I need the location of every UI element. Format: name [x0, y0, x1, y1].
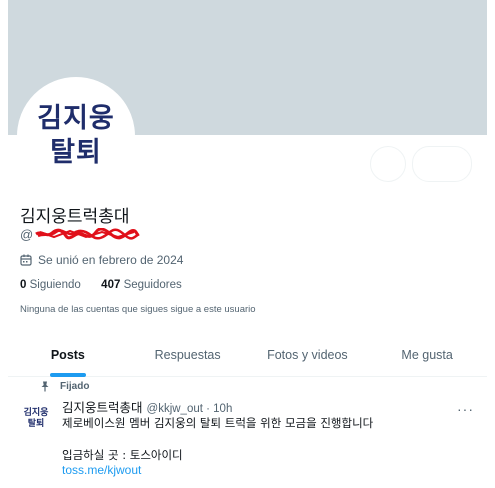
post-author-meta[interactable]: @kkjw_out · 10h [147, 403, 233, 415]
handle-redaction [35, 228, 140, 240]
followers-count: 407 [101, 279, 121, 291]
post-link[interactable]: toss.me/kjwout [62, 463, 141, 477]
pinned-label: Fijado [60, 381, 90, 392]
profile-avatar[interactable]: 김지웅 탈퇴 [17, 77, 135, 195]
profile-handle: @ [20, 226, 140, 242]
more-options-button[interactable] [370, 146, 406, 182]
follow-stats: 0 Siguiendo 407 Seguidores [20, 279, 182, 291]
joined-date: Se unió en febrero de 2024 [20, 253, 183, 267]
pin-icon [41, 381, 49, 392]
post-text-line2: 입금하실 곳 : 토스아이디 [62, 448, 183, 462]
post-author-name[interactable]: 김지웅트럭총대 [62, 397, 143, 416]
post-header: 김지웅트럭총대 @kkjw_out · 10h [62, 397, 232, 416]
profile-display-name: 김지웅트럭총대 [20, 207, 130, 227]
mutual-followers-note: Ninguna de las cuentas que sigues sigue … [20, 304, 256, 315]
followers-label: Seguidores [123, 279, 182, 291]
tab-media[interactable]: Fotos y videos [248, 333, 368, 376]
post-text-line1: 제로베이스원 멤버 김지웅의 탈퇴 트럭을 위한 모금을 진행합니다 [62, 416, 374, 430]
avatar-text-line2: 탈퇴 [50, 137, 102, 168]
followers-link[interactable]: 407 Seguidores [101, 279, 182, 291]
tab-replies[interactable]: Respuestas [128, 333, 248, 376]
scrollbar-track [487, 0, 495, 488]
handle-prefix: @ [20, 226, 34, 242]
post-avatar-line1: 김지웅 [23, 408, 49, 418]
following-link[interactable]: 0 Siguiendo [20, 279, 81, 291]
post-more-button[interactable]: ··· [457, 401, 474, 417]
tab-posts[interactable]: Posts [8, 333, 128, 376]
post-author-avatar[interactable]: 김지웅 탈퇴 [17, 400, 55, 438]
following-label: Siguiendo [29, 279, 81, 291]
pinned-indicator: Fijado [40, 381, 89, 392]
calendar-icon [20, 254, 32, 266]
joined-text: Se unió en febrero de 2024 [38, 253, 184, 267]
profile-tabs: Posts Respuestas Fotos y videos Me gusta [8, 333, 487, 377]
following-count: 0 [20, 279, 27, 291]
post-avatar-line2: 탈퇴 [27, 419, 45, 429]
tab-likes[interactable]: Me gusta [367, 333, 487, 376]
follow-button[interactable] [412, 146, 472, 182]
avatar-text-line1: 김지웅 [37, 103, 115, 134]
